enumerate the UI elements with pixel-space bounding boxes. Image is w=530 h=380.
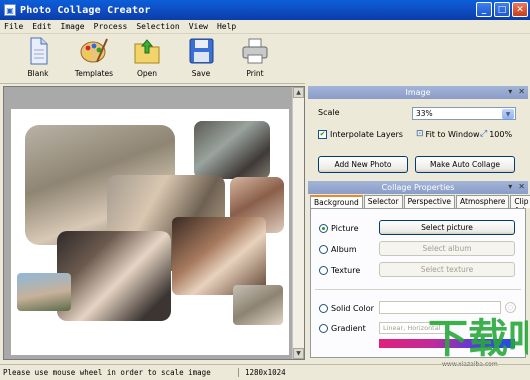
radio-icon[interactable] <box>319 304 328 313</box>
toolbar: Blank Templates Open Save Print <box>0 34 305 84</box>
floppy-disk-icon <box>186 36 216 66</box>
texture-radio[interactable]: Texture <box>319 266 360 275</box>
radio-selected-icon[interactable] <box>319 224 328 233</box>
blank-page-icon <box>23 36 53 66</box>
radio-icon[interactable] <box>319 266 328 275</box>
menu-view[interactable]: View <box>189 22 208 31</box>
add-new-photo-button[interactable]: Add New Photo <box>318 156 408 173</box>
vertical-scrollbar[interactable]: ▲ ▼ <box>292 87 304 359</box>
album-radio[interactable]: Album <box>319 245 357 254</box>
menu-bar: File Edit Image Process Selection View H… <box>0 20 530 34</box>
title-bar[interactable]: ▣ Photo Collage Creator _ □ ✕ <box>0 0 530 20</box>
hundred-label: 100% <box>489 129 513 139</box>
collage-photo[interactable] <box>172 217 266 295</box>
collapse-icon[interactable]: ▾ <box>508 182 512 191</box>
checkbox-icon[interactable]: ✔ <box>318 130 327 139</box>
tab-perspective[interactable]: Perspective <box>403 195 455 208</box>
print-button[interactable]: Print <box>230 36 280 82</box>
status-bar: Please use mouse wheel in order to scale… <box>0 364 530 380</box>
collage-panel-title: Collage Properties <box>381 183 455 192</box>
fit-to-window-button[interactable]: ⊡ Fit to Window <box>416 129 480 139</box>
collage-page[interactable] <box>11 109 289 355</box>
window-title: Photo Collage Creator <box>20 4 151 16</box>
open-button[interactable]: Open <box>122 36 172 82</box>
image-panel-title: Image <box>405 88 431 97</box>
fit-window-icon: ⊡ <box>416 129 424 139</box>
templates-button[interactable]: Templates <box>69 36 119 82</box>
collage-photo[interactable] <box>233 285 283 325</box>
gradient-label: Gradient <box>331 324 366 333</box>
menu-edit[interactable]: Edit <box>32 22 51 31</box>
picture-label: Picture <box>331 224 359 233</box>
texture-label: Texture <box>331 266 361 275</box>
tab-selector[interactable]: Selector <box>363 195 403 208</box>
app-window: ▣ Photo Collage Creator _ □ ✕ File Edit … <box>0 0 530 380</box>
scale-dropdown[interactable]: 33% ▼ <box>412 107 516 120</box>
tab-atmosphere[interactable]: Atmosphere <box>456 195 510 208</box>
tab-clip-art[interactable]: Clip Art <box>510 195 530 215</box>
status-message: Please use mouse wheel in order to scale… <box>3 368 211 377</box>
chevron-down-icon[interactable]: ▼ <box>502 109 514 119</box>
select-album-button[interactable]: Select album <box>379 241 515 256</box>
minimize-button[interactable]: _ <box>476 2 492 17</box>
menu-selection[interactable]: Selection <box>136 22 179 31</box>
tab-background[interactable]: Background <box>310 195 363 209</box>
collage-photo[interactable] <box>194 121 270 179</box>
zoom-icon: ⤢ <box>480 129 488 139</box>
property-tabs: Background Selector Perspective Atmosphe… <box>310 195 530 215</box>
solid-label: Solid Color <box>331 304 374 313</box>
maximize-button[interactable]: □ <box>494 2 510 17</box>
image-panel: Image ▾ ✕ Scale 33% ▼ ✔ Interpolate Layer… <box>308 86 528 178</box>
actual-size-button[interactable]: ⤢ 100% <box>480 129 512 139</box>
menu-help[interactable]: Help <box>217 22 236 31</box>
radio-icon[interactable] <box>319 324 328 333</box>
select-texture-button[interactable]: Select texture <box>379 262 515 277</box>
blank-label: Blank <box>27 69 49 78</box>
collage-photo[interactable] <box>57 231 171 321</box>
save-button[interactable]: Save <box>176 36 226 82</box>
open-folder-icon <box>132 36 162 66</box>
canvas-area[interactable]: ▲ ▼ <box>3 86 305 360</box>
panel-close-icon[interactable]: ✕ <box>518 87 525 96</box>
app-icon: ▣ <box>4 4 16 16</box>
collapse-icon[interactable]: ▾ <box>508 87 512 96</box>
open-label: Open <box>136 69 158 78</box>
watermark-logo: 下载吧 www.xiazaiba.com <box>398 310 530 368</box>
select-picture-button[interactable]: Select picture <box>379 220 515 235</box>
palette-icon <box>79 36 109 66</box>
save-label: Save <box>191 69 211 78</box>
menu-process[interactable]: Process <box>94 22 128 31</box>
close-button[interactable]: ✕ <box>512 2 528 17</box>
collage-photo[interactable] <box>17 273 71 311</box>
scroll-up-icon[interactable]: ▲ <box>293 87 304 98</box>
svg-text:下载吧: 下载吧 <box>428 316 528 362</box>
templates-label: Templates <box>74 69 114 78</box>
panel-close-icon[interactable]: ✕ <box>518 182 525 191</box>
print-label: Print <box>246 69 264 78</box>
image-dimensions: 1280x1024 <box>238 368 286 377</box>
album-label: Album <box>331 245 357 254</box>
divider <box>315 289 521 290</box>
printer-icon <box>240 36 270 66</box>
fit-label: Fit to Window <box>425 129 480 139</box>
scale-value: 33% <box>416 109 433 118</box>
blank-button[interactable]: Blank <box>13 36 63 82</box>
scale-row: Scale <box>318 108 340 117</box>
image-panel-header: Image ▾ ✕ <box>308 86 528 99</box>
menu-file[interactable]: File <box>4 22 23 31</box>
picture-radio[interactable]: Picture <box>319 224 359 233</box>
gradient-radio[interactable]: Gradient <box>319 324 366 333</box>
collage-panel-header: Collage Properties ▾ ✕ <box>308 181 528 194</box>
interpolate-checkbox[interactable]: ✔ Interpolate Layers <box>318 130 403 139</box>
solid-color-radio[interactable]: Solid Color <box>319 304 374 313</box>
scale-label: Scale <box>318 108 340 117</box>
radio-icon[interactable] <box>319 245 328 254</box>
menu-image[interactable]: Image <box>61 22 85 31</box>
make-auto-collage-button[interactable]: Make Auto Collage <box>415 156 515 173</box>
interpolate-label: Interpolate Layers <box>330 130 403 139</box>
scroll-down-icon[interactable]: ▼ <box>293 348 304 359</box>
